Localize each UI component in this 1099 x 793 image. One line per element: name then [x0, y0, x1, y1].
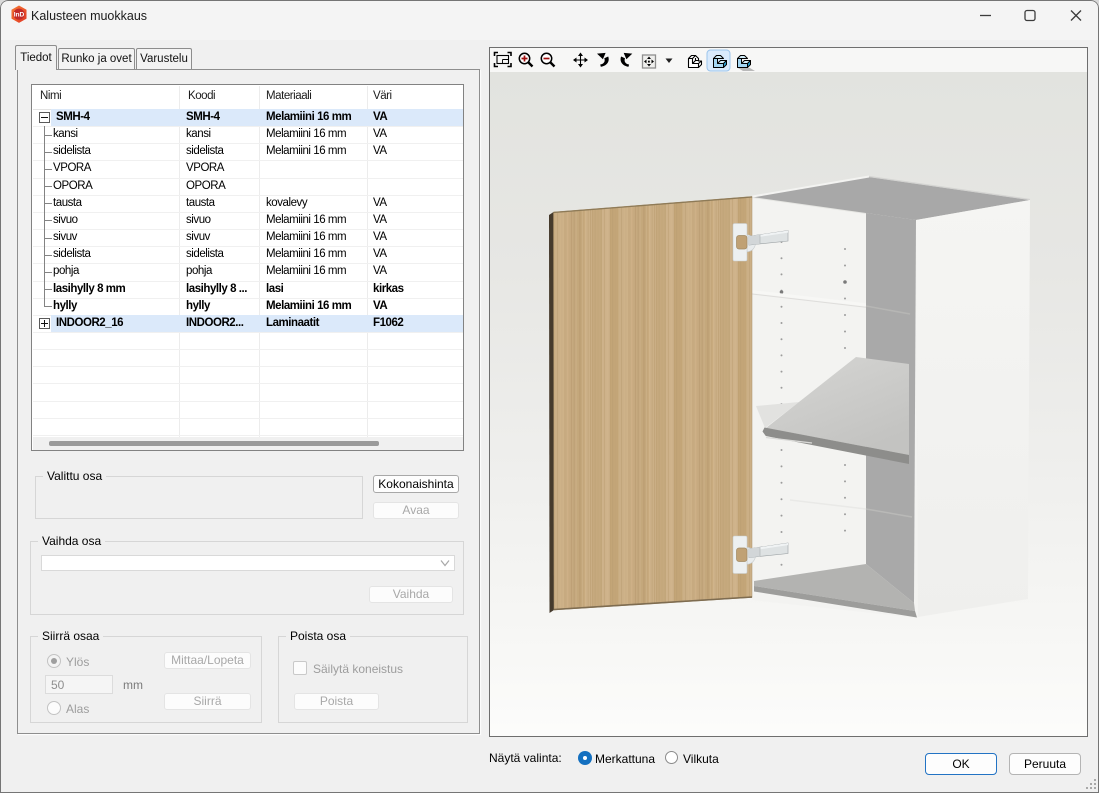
svg-text:InD: InD — [14, 12, 25, 19]
